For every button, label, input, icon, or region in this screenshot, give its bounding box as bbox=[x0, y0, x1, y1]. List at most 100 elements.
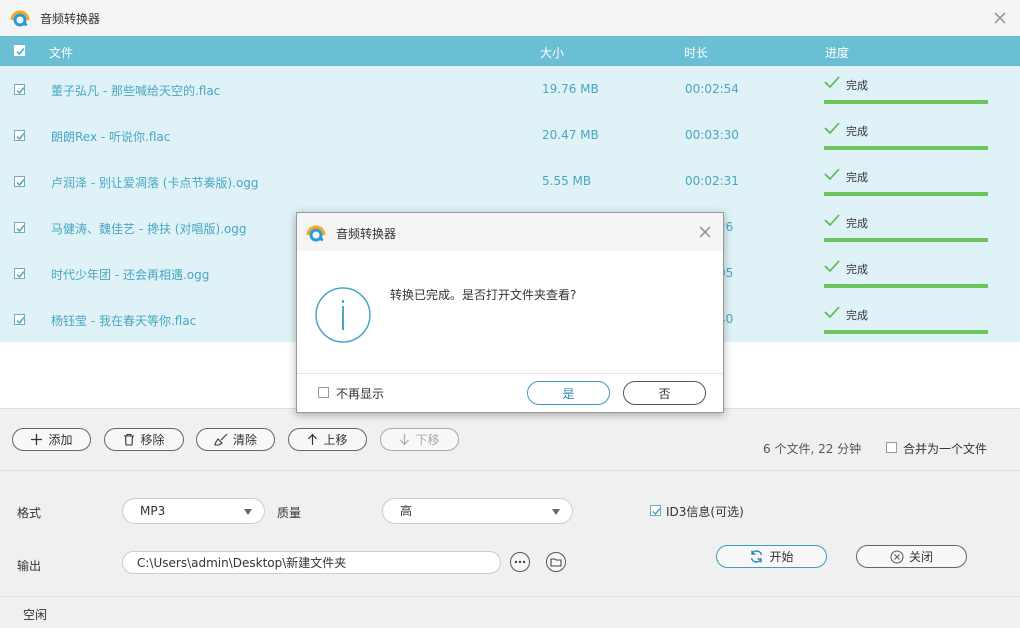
dialog-title: 音频转换器 bbox=[336, 227, 397, 241]
file-name: 马健涛、魏佳艺 - 搀扶 (对唱版).ogg bbox=[51, 222, 247, 236]
file-row[interactable]: 朗朗Rex - 听说你.flac 20.47 MB 00:03:30 完成 bbox=[0, 112, 1020, 158]
file-summary: 6 个文件, 22 分钟 bbox=[763, 442, 862, 456]
progress-cell: 完成 bbox=[824, 168, 988, 198]
file-name: 杨钰莹 - 我在春天等你.flac bbox=[51, 314, 197, 328]
clear-button[interactable]: 清除 bbox=[196, 428, 275, 451]
app-logo-icon bbox=[10, 10, 30, 27]
browse-button[interactable] bbox=[510, 552, 530, 572]
status-text: 空闲 bbox=[23, 608, 48, 622]
merge-label: 合并为一个文件 bbox=[903, 442, 988, 456]
progress-cell: 完成 bbox=[824, 214, 988, 244]
close-icon[interactable] bbox=[697, 224, 713, 240]
check-mark-icon bbox=[824, 214, 840, 226]
dont-show-checkbox[interactable] bbox=[318, 387, 329, 398]
chevron-down-icon bbox=[552, 509, 560, 515]
row-checkbox[interactable] bbox=[14, 222, 25, 233]
close-button[interactable]: 关闭 bbox=[856, 545, 967, 568]
progress-bar bbox=[824, 284, 988, 288]
check-mark-icon bbox=[16, 87, 25, 95]
list-toolbar: 添加 移除 清除 上移 下移 6 个文件, 22 分钟 合并为一个文件 bbox=[0, 408, 1020, 470]
check-mark-icon bbox=[16, 225, 25, 233]
column-file[interactable]: 文件 bbox=[49, 44, 73, 61]
file-row[interactable]: 董子弘凡 - 那些喊给天空的.flac 19.76 MB 00:02:54 完成 bbox=[0, 66, 1020, 112]
start-button[interactable]: 开始 bbox=[716, 545, 827, 568]
file-name: 卢润泽 - 别让爱凋落 (卡点节奏版).ogg bbox=[51, 176, 259, 190]
row-checkbox[interactable] bbox=[14, 314, 25, 325]
select-all-checkbox[interactable] bbox=[14, 45, 25, 56]
merge-checkbox[interactable] bbox=[886, 442, 897, 453]
status-bar: 空闲 bbox=[0, 596, 1020, 628]
file-size: 19.76 MB bbox=[542, 82, 599, 96]
title-bar: 音频转换器 bbox=[0, 0, 1020, 36]
dont-show-label: 不再显示 bbox=[336, 387, 385, 401]
progress-bar bbox=[824, 192, 988, 196]
check-mark-icon bbox=[16, 317, 25, 325]
progress-bar bbox=[824, 330, 988, 334]
id3-checkbox[interactable] bbox=[650, 505, 661, 516]
row-checkbox[interactable] bbox=[14, 130, 25, 141]
row-checkbox[interactable] bbox=[14, 268, 25, 279]
check-mark-icon bbox=[824, 260, 840, 272]
open-folder-button[interactable] bbox=[546, 552, 566, 572]
file-name: 董子弘凡 - 那些喊给天空的.flac bbox=[51, 84, 221, 98]
progress-cell: 完成 bbox=[824, 260, 988, 290]
column-size[interactable]: 大小 bbox=[540, 44, 564, 61]
id3-label: ID3信息(可选) bbox=[666, 505, 744, 519]
yes-button[interactable]: 是 bbox=[527, 381, 610, 405]
file-list-header: 文件 大小 时长 进度 bbox=[0, 36, 1020, 66]
move-down-button[interactable]: 下移 bbox=[380, 428, 459, 451]
add-button[interactable]: 添加 bbox=[12, 428, 91, 451]
output-path-input[interactable] bbox=[122, 551, 501, 574]
column-duration[interactable]: 时长 bbox=[684, 44, 708, 61]
progress-bar bbox=[824, 146, 988, 150]
file-duration: 00:02:31 bbox=[685, 174, 739, 188]
status-label: 完成 bbox=[846, 79, 868, 92]
check-mark-icon bbox=[824, 76, 840, 88]
file-duration: 00:02:54 bbox=[685, 82, 739, 96]
move-up-button[interactable]: 上移 bbox=[288, 428, 367, 451]
output-label: 输出 bbox=[17, 559, 42, 573]
refresh-icon bbox=[751, 550, 763, 563]
app-logo-icon bbox=[306, 225, 326, 242]
file-size: 5.55 MB bbox=[542, 174, 592, 188]
remove-button[interactable]: 移除 bbox=[104, 428, 184, 451]
trash-icon bbox=[124, 433, 135, 446]
clear-button-label: 清除 bbox=[232, 433, 257, 447]
arrow-down-icon bbox=[400, 434, 410, 446]
completion-dialog: 音频转换器 转换已完成。是否打开文件夹查看? 不再显示 是 否 bbox=[296, 212, 724, 413]
check-mark-icon bbox=[16, 179, 25, 187]
check-mark-icon bbox=[824, 122, 840, 134]
row-checkbox[interactable] bbox=[14, 84, 25, 95]
format-select[interactable]: MP3 bbox=[122, 498, 265, 524]
window-title: 音频转换器 bbox=[40, 12, 101, 26]
chevron-down-icon bbox=[244, 509, 252, 515]
check-mark-icon bbox=[824, 306, 840, 318]
progress-bar bbox=[824, 100, 988, 104]
status-label: 完成 bbox=[846, 171, 868, 184]
format-label: 格式 bbox=[17, 506, 42, 520]
add-button-label: 添加 bbox=[48, 433, 73, 447]
no-button[interactable]: 否 bbox=[623, 381, 706, 405]
quality-select[interactable]: 高 bbox=[382, 498, 573, 524]
check-mark-icon bbox=[652, 508, 661, 516]
progress-bar bbox=[824, 238, 988, 242]
column-progress[interactable]: 进度 bbox=[825, 44, 849, 61]
close-button-label: 关闭 bbox=[908, 550, 933, 564]
row-checkbox[interactable] bbox=[14, 176, 25, 187]
progress-cell: 完成 bbox=[824, 76, 988, 106]
status-label: 完成 bbox=[846, 217, 868, 230]
file-row[interactable]: 卢润泽 - 别让爱凋落 (卡点节奏版).ogg 5.55 MB 00:02:31… bbox=[0, 158, 1020, 204]
check-mark-icon bbox=[16, 271, 25, 279]
close-icon[interactable] bbox=[990, 8, 1010, 28]
status-label: 完成 bbox=[846, 263, 868, 276]
status-label: 完成 bbox=[846, 309, 868, 322]
arrow-up-icon bbox=[308, 433, 318, 445]
dialog-title-bar: 音频转换器 bbox=[297, 213, 723, 251]
progress-cell: 完成 bbox=[824, 122, 988, 152]
quality-label: 质量 bbox=[277, 506, 302, 520]
close-circle-icon bbox=[890, 550, 904, 563]
status-label: 完成 bbox=[846, 125, 868, 138]
file-size: 20.47 MB bbox=[542, 128, 599, 142]
dialog-message: 转换已完成。是否打开文件夹查看? bbox=[390, 288, 577, 302]
move-up-button-label: 上移 bbox=[323, 433, 348, 447]
